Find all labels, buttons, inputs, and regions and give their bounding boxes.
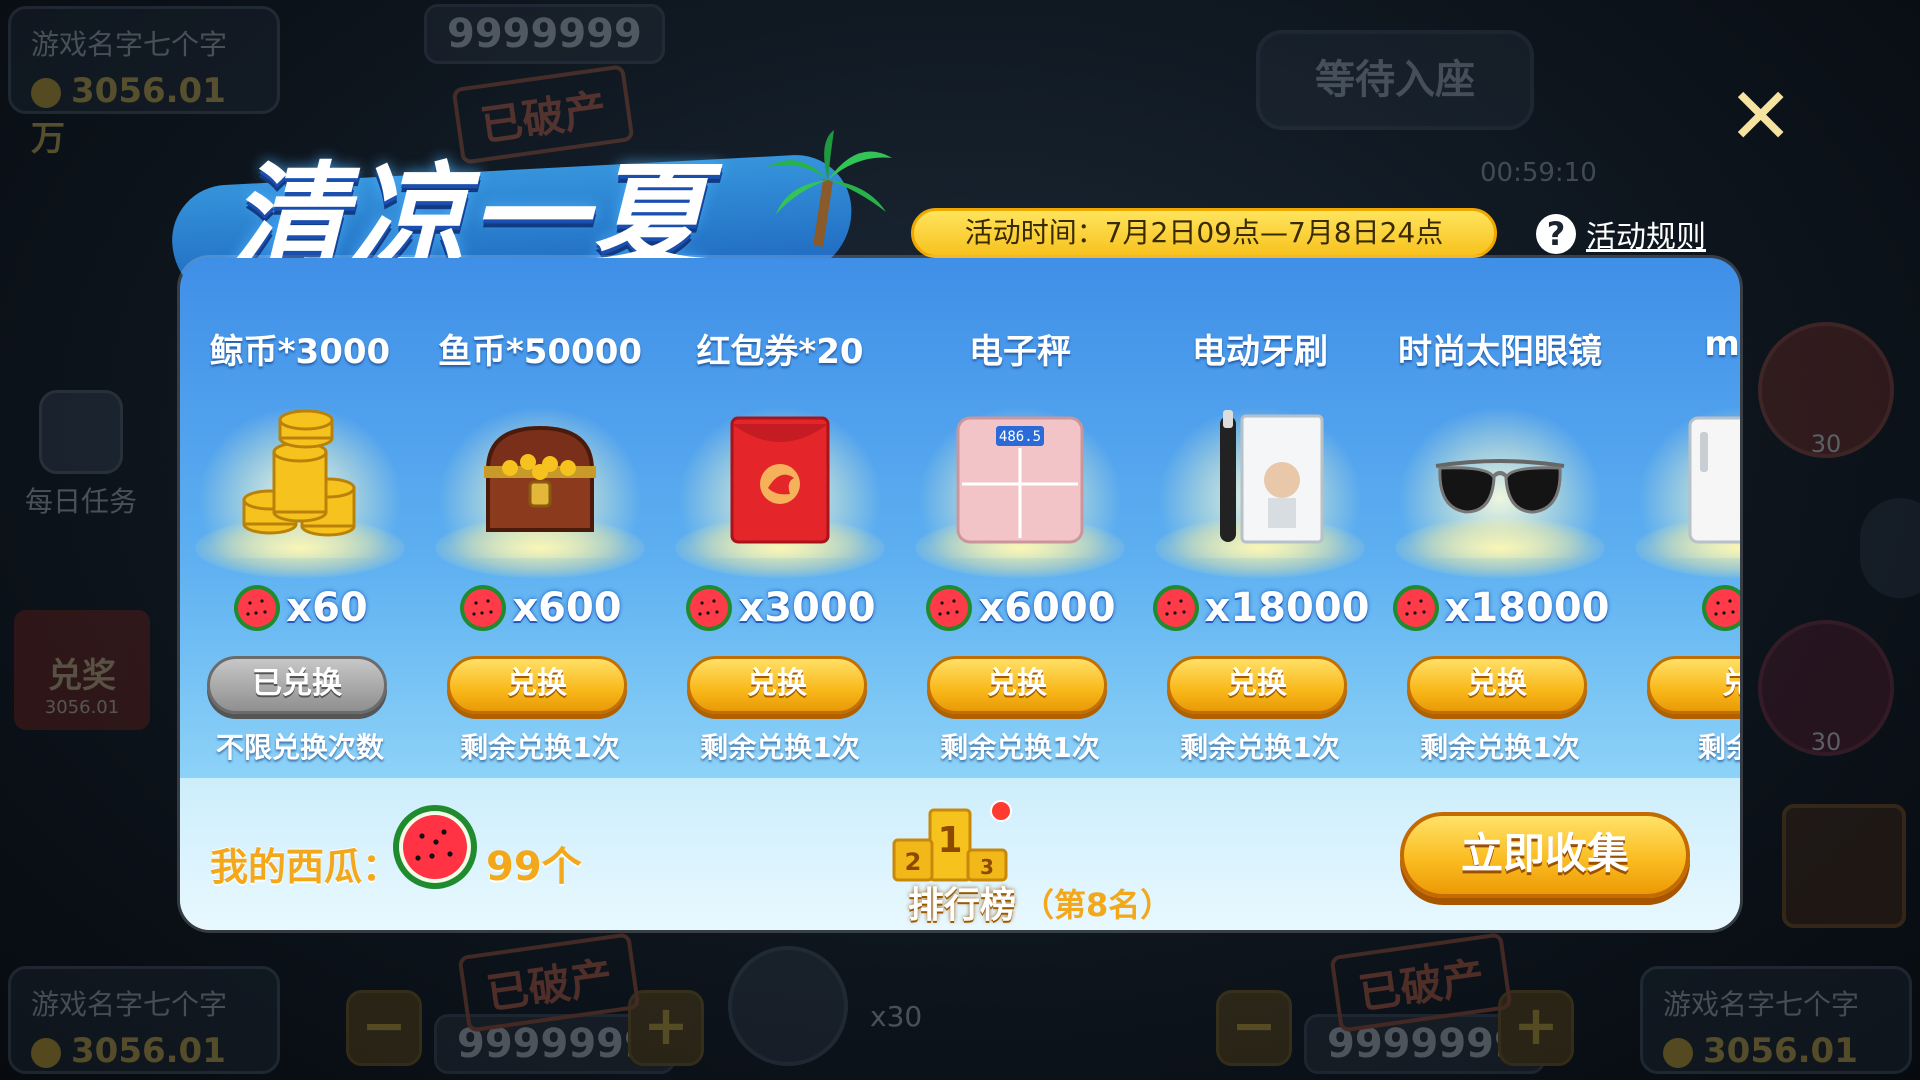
close-icon[interactable]: ✕ bbox=[1728, 78, 1793, 156]
daily-task-button: 每日任务 bbox=[12, 390, 150, 520]
redeem-remaining: 剩余兑换1次 bbox=[940, 731, 1100, 764]
rules-link[interactable]: ? 活动规则 bbox=[1536, 212, 1706, 256]
redeem-remaining: 剩余兑换1次 bbox=[460, 731, 620, 764]
scale-icon: 486.5 bbox=[956, 416, 1084, 544]
mini-fridge-icon bbox=[1688, 416, 1740, 544]
target-lock-skill: 30 bbox=[1758, 322, 1894, 458]
coin-icon bbox=[31, 77, 61, 108]
redeem-remaining: 剩余兑 bbox=[1697, 731, 1740, 764]
event-time-pill: 活动时间：7月2日09点—7月8日24点 bbox=[911, 208, 1497, 258]
player-card-top-left: 游戏名字七个字 3056.01万 bbox=[8, 6, 280, 159]
watermelon-icon bbox=[1702, 585, 1740, 631]
reward-name: 鱼币*50000 bbox=[437, 332, 643, 372]
redeem-button[interactable]: 兑换 bbox=[1167, 656, 1347, 714]
reward-item-fish-coins: 鱼币*50000 x600 兑换 剩余兑换1次 bbox=[425, 258, 655, 778]
toothbrush-icon bbox=[1220, 410, 1324, 544]
leaderboard-position: （第8名） bbox=[1022, 886, 1173, 924]
collect-now-button[interactable]: 立即收集 bbox=[1400, 812, 1690, 898]
reward-cost: x6000 bbox=[905, 583, 1135, 633]
reward-name: 电子秤 bbox=[969, 332, 1071, 372]
watermelon-icon bbox=[234, 585, 281, 631]
player-name: 游戏名字七个字 bbox=[31, 28, 228, 61]
reward-item-red-packet: 红包券*20 x3000 兑换 剩余兑换1次 bbox=[665, 258, 895, 778]
side-arrow-icon bbox=[1860, 498, 1920, 598]
player-card-bottom-right: 游戏名字七个字 3056.01万 bbox=[1640, 966, 1912, 1080]
reward-item-mini-fridge: min x 兑 剩余兑 bbox=[1625, 258, 1740, 778]
redeem-shortcut: 兑奖 3056.01 bbox=[14, 610, 150, 730]
reward-cost: x3000 bbox=[665, 583, 895, 633]
watermelon-icon bbox=[1392, 585, 1439, 631]
reward-item-sunglasses: 时尚太阳眼镜 x18000 兑换 剩余兑换1次 bbox=[1385, 258, 1615, 778]
reward-cost: x600 bbox=[425, 583, 655, 633]
coin-icon bbox=[31, 1037, 61, 1068]
leaderboard-button[interactable]: 排行榜 bbox=[908, 876, 1016, 928]
redeem-button[interactable]: 兑换 bbox=[927, 656, 1107, 714]
player-card-bottom-left: 游戏名字七个字 3056.01万 bbox=[8, 966, 280, 1080]
redeemed-button[interactable]: 已兑换 bbox=[207, 656, 387, 714]
redeem-button[interactable]: 兑换 bbox=[447, 656, 627, 714]
palm-tree-icon bbox=[766, 130, 892, 247]
score-display-top: 9999999 bbox=[424, 4, 665, 64]
coin-icon bbox=[1663, 1037, 1693, 1068]
reward-item-scale: 电子秤 486.5 x6000 兑换 剩余兑换1次 bbox=[905, 258, 1135, 778]
round-timer: 00:59:10 bbox=[1480, 158, 1597, 188]
skill-slot bbox=[1782, 804, 1906, 928]
reward-cost: x18000 bbox=[1385, 583, 1615, 633]
rules-label: 活动规则 bbox=[1586, 220, 1706, 255]
reward-name: min bbox=[1704, 324, 1740, 364]
cannon-icon bbox=[728, 946, 848, 1066]
redeem-remaining: 剩余兑换1次 bbox=[700, 731, 860, 764]
reward-name: 红包券*20 bbox=[696, 332, 864, 372]
reward-name: 电动牙刷 bbox=[1192, 332, 1328, 372]
reward-name: 鲸币*3000 bbox=[209, 332, 391, 372]
redeem-button[interactable]: 兑换 bbox=[1407, 656, 1587, 714]
watermelon-icon bbox=[460, 585, 507, 631]
reward-item-whale-coins: 鲸币*3000 x60 已兑换 不限兑换次数 bbox=[185, 258, 415, 778]
reward-cost: x60 bbox=[185, 583, 415, 633]
reward-item-toothbrush: 电动牙刷 x18000 兑换 剩余兑换1次 bbox=[1145, 258, 1375, 778]
decrease-bet-button: − bbox=[346, 990, 422, 1066]
fire-skill: 30 bbox=[1758, 620, 1894, 756]
cannon-multiplier: x30 bbox=[870, 1000, 923, 1033]
reward-name: 时尚太阳眼镜 bbox=[1398, 332, 1602, 372]
help-icon: ? bbox=[1536, 214, 1576, 254]
svg-text:1: 1 bbox=[937, 820, 962, 861]
redeem-remaining: 剩余兑换1次 bbox=[1420, 731, 1580, 764]
watermelon-icon bbox=[1152, 585, 1199, 631]
svg-text:2: 2 bbox=[905, 848, 922, 876]
increase-bet-button: + bbox=[628, 990, 704, 1066]
watermelon-icon bbox=[393, 805, 477, 889]
notification-dot bbox=[990, 800, 1012, 822]
treasure-chest-icon bbox=[484, 425, 596, 532]
redeem-remaining: 不限兑换次数 bbox=[215, 731, 384, 764]
sunglasses-icon bbox=[1435, 459, 1565, 514]
redeem-button[interactable]: 兑换 bbox=[687, 656, 867, 714]
panel-footer: 我的西瓜： 99个 1 2 3 排行榜 （第8名） 立即收集 bbox=[180, 778, 1740, 930]
red-envelope-icon bbox=[730, 416, 830, 544]
watermelon-icon bbox=[686, 585, 733, 631]
redeem-remaining: 剩余兑换1次 bbox=[1180, 731, 1340, 764]
redeem-button[interactable]: 兑 bbox=[1647, 656, 1740, 714]
exchange-panel: 鲸币*3000 x60 已兑换 不限兑换次数 鱼币*50000 x600 兑换 … bbox=[180, 258, 1740, 930]
watermelon-icon bbox=[926, 585, 973, 631]
reward-cost: x bbox=[1625, 583, 1740, 633]
my-melon-label: 我的西瓜： bbox=[210, 845, 401, 889]
gold-coins-icon bbox=[242, 409, 356, 537]
calendar-icon bbox=[39, 390, 123, 474]
decrease-bet-button-right: − bbox=[1216, 990, 1292, 1066]
wait-seat-label: 等待入座 bbox=[1256, 30, 1534, 130]
reward-list[interactable]: 鲸币*3000 x60 已兑换 不限兑换次数 鱼币*50000 x600 兑换 … bbox=[180, 258, 1740, 778]
my-melon-count: 99个 bbox=[486, 844, 582, 890]
svg-text:486.5: 486.5 bbox=[999, 429, 1041, 445]
reward-cost: x18000 bbox=[1145, 583, 1375, 633]
